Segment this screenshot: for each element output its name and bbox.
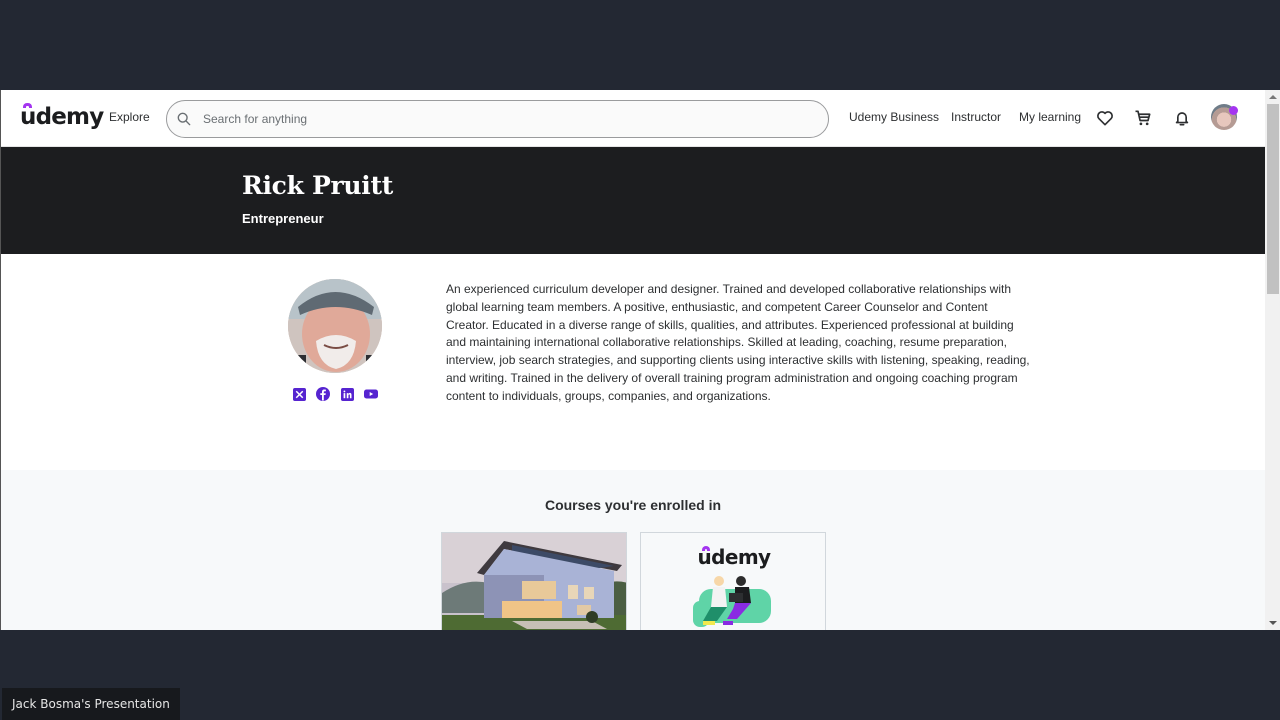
profile-banner: Rick Pruitt Entrepreneur bbox=[1, 147, 1265, 254]
logo-hat-icon bbox=[702, 546, 710, 551]
x-icon[interactable] bbox=[292, 387, 306, 401]
udemy-logo[interactable]: udemy bbox=[20, 102, 104, 132]
instructor-name: Rick Pruitt bbox=[242, 171, 393, 200]
presenter-label: Jack Bosma's Presentation bbox=[2, 688, 180, 720]
notification-dot bbox=[1229, 106, 1238, 115]
course-thumbnail-logo: udemy bbox=[697, 545, 772, 569]
course-thumbnail-house bbox=[442, 533, 626, 630]
search-input[interactable] bbox=[203, 112, 828, 126]
facebook-icon[interactable] bbox=[316, 387, 330, 401]
profile-photo-image bbox=[288, 279, 382, 373]
browser-viewport: udemy Explore Udemy Business Instructor … bbox=[0, 90, 1280, 630]
linkedin-icon[interactable] bbox=[340, 387, 354, 401]
enrolled-courses-title: Courses you're enrolled in bbox=[544, 497, 722, 513]
profile-section: An experienced curriculum developer and … bbox=[1, 254, 1265, 470]
heart-icon[interactable] bbox=[1095, 108, 1115, 128]
my-learning-link[interactable]: My learning bbox=[1019, 110, 1081, 124]
cart-icon[interactable] bbox=[1133, 108, 1153, 128]
scroll-thumb[interactable] bbox=[1267, 104, 1279, 294]
logo-hat-icon bbox=[23, 103, 32, 108]
explore-menu[interactable]: Explore bbox=[109, 110, 150, 124]
instructor-link[interactable]: Instructor bbox=[951, 110, 1001, 124]
instructor-bio: An experienced curriculum developer and … bbox=[446, 282, 1030, 403]
scroll-up-arrow-icon[interactable] bbox=[1269, 95, 1277, 99]
social-links bbox=[292, 387, 378, 401]
bell-icon[interactable] bbox=[1172, 108, 1192, 128]
instructor-headline: Entrepreneur bbox=[242, 211, 324, 226]
profile-photo bbox=[288, 279, 382, 373]
course-card[interactable] bbox=[441, 532, 627, 630]
search-icon[interactable] bbox=[177, 112, 191, 126]
udemy-business-link[interactable]: Udemy Business bbox=[849, 110, 939, 124]
course-thumbnail-illustration bbox=[693, 576, 771, 627]
course-card[interactable]: udemy bbox=[640, 532, 826, 630]
page-scrollbar[interactable] bbox=[1265, 90, 1280, 630]
top-navigation: udemy Explore Udemy Business Instructor … bbox=[1, 90, 1265, 147]
scroll-down-arrow-icon[interactable] bbox=[1269, 621, 1277, 625]
logo-text: udemy bbox=[20, 104, 104, 130]
search-bar[interactable] bbox=[166, 100, 829, 138]
enrolled-courses-section: Courses you're enrolled in udemy bbox=[1, 470, 1265, 630]
youtube-icon[interactable] bbox=[364, 387, 378, 401]
